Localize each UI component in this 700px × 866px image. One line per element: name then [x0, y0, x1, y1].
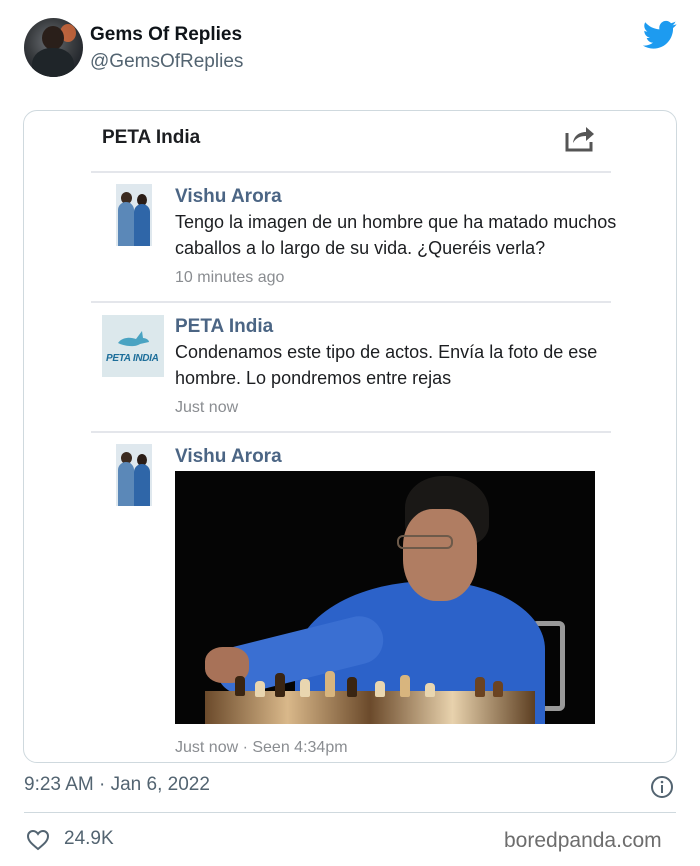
avatar[interactable]: [116, 184, 152, 246]
heart-icon[interactable]: [26, 829, 50, 851]
user-handle[interactable]: @GemsOfReplies: [90, 51, 243, 73]
avatar[interactable]: [116, 444, 152, 506]
share-icon[interactable]: [564, 123, 596, 153]
comment-text: Condenamos este tipo de actos. Envía la …: [175, 342, 598, 388]
info-icon[interactable]: [650, 775, 674, 799]
comment-text: Tengo la imagen de un hombre que ha mata…: [175, 212, 617, 258]
like-count[interactable]: 24.9K: [64, 828, 114, 850]
comment-author[interactable]: PETA India: [175, 316, 273, 338]
divider: [91, 431, 611, 433]
watermark: boredpanda.com: [504, 829, 662, 852]
comment-time: Just now: [175, 399, 239, 416]
rabbit-icon: [118, 331, 149, 347]
divider: [91, 171, 611, 173]
page-title: PETA India: [102, 127, 201, 148]
profile-avatar[interactable]: [24, 18, 83, 77]
peta-logo-text: PETA INDIA: [106, 353, 159, 364]
divider: [91, 301, 611, 303]
tweet-card: Gems Of Replies @GemsOfReplies PETA Indi…: [0, 0, 700, 866]
comment-author[interactable]: Vishu Arora: [175, 186, 282, 208]
chess-player-photo[interactable]: [175, 471, 595, 724]
tweet-timestamp[interactable]: 9:23 AM · Jan 6, 2022: [24, 774, 210, 796]
divider: [24, 812, 676, 813]
comment-time: Just now · Seen 4:34pm: [175, 739, 348, 756]
comment-time: 10 minutes ago: [175, 269, 285, 286]
display-name[interactable]: Gems Of Replies: [90, 24, 242, 46]
twitter-bird-icon[interactable]: [643, 20, 677, 50]
comment-author[interactable]: Vishu Arora: [175, 446, 282, 468]
peta-logo[interactable]: PETA INDIA: [102, 315, 164, 377]
embedded-screenshot: PETA India Vishu Arora Tengo la imagen d…: [23, 110, 677, 763]
